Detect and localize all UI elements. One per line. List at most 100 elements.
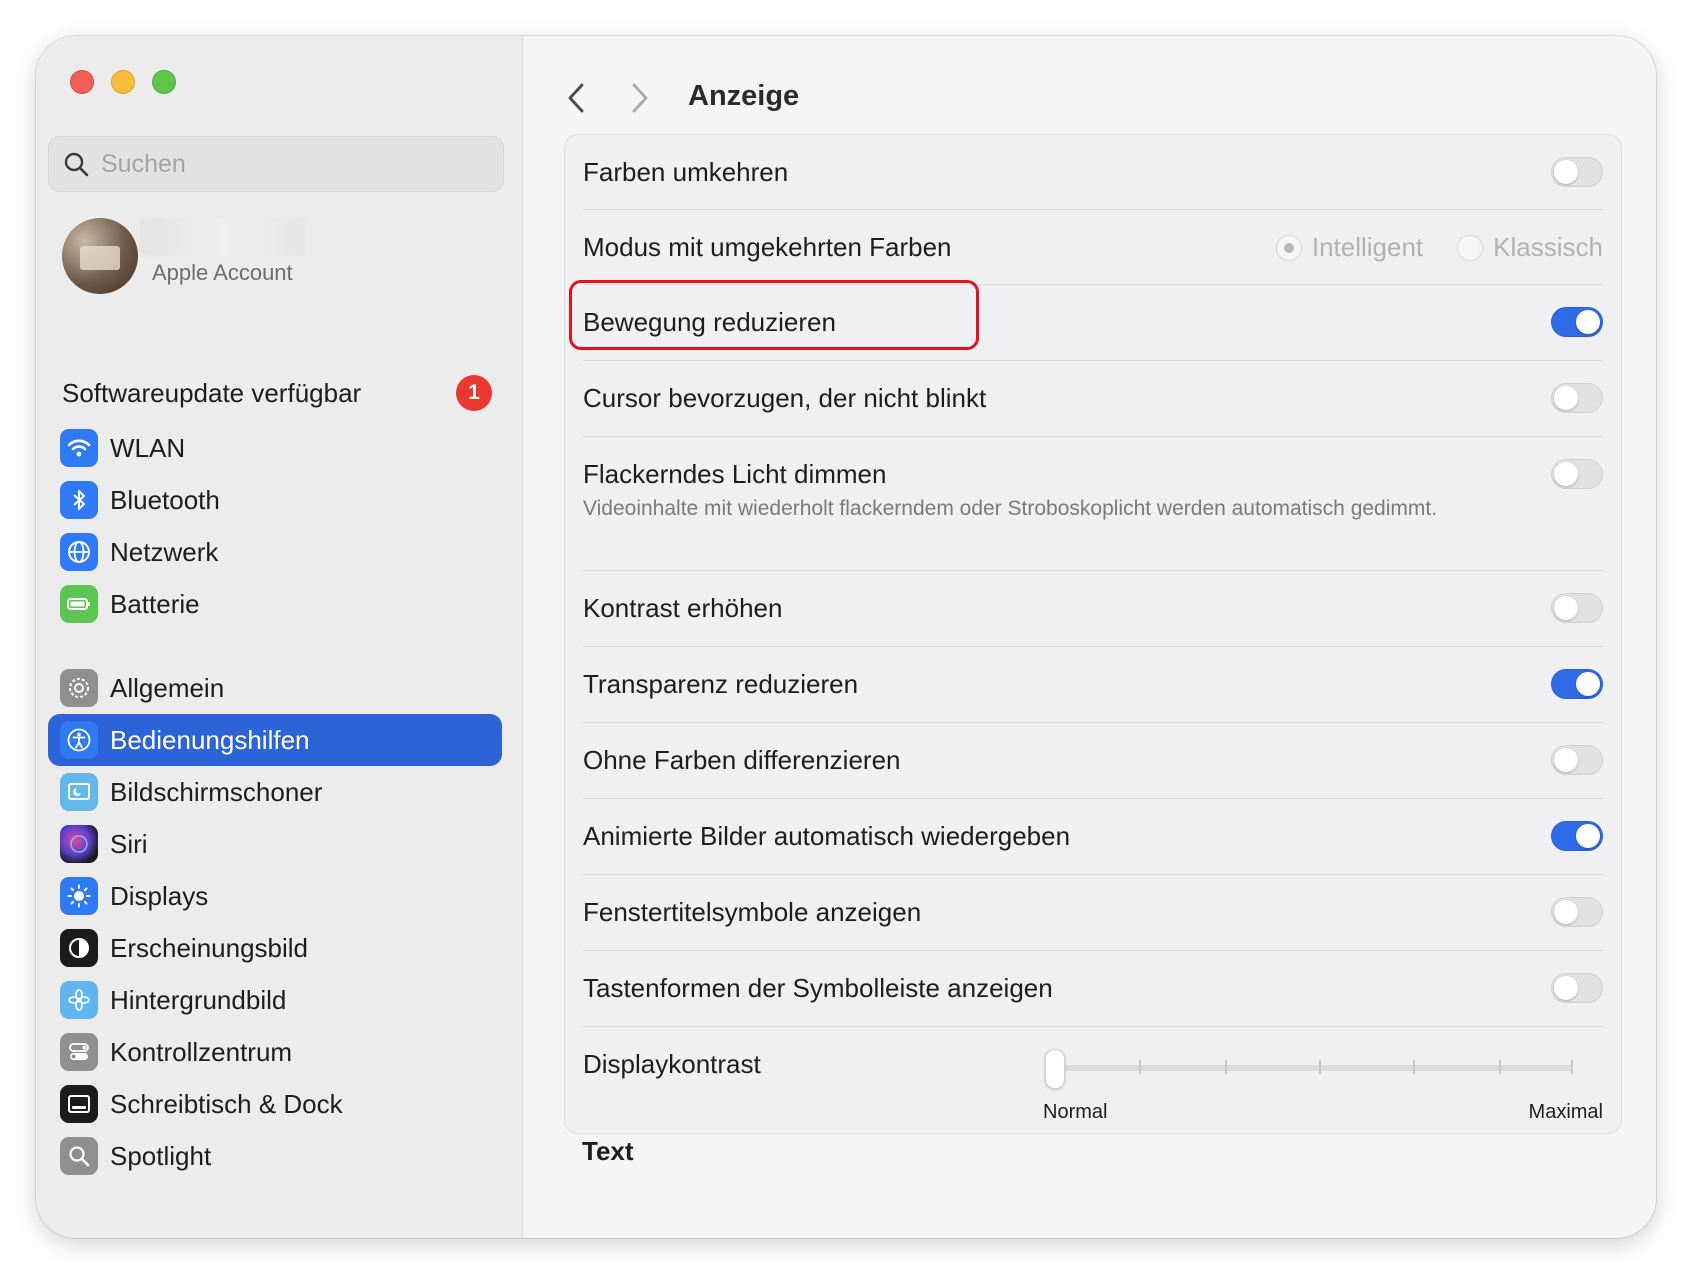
dim-flashing-toggle[interactable] — [1551, 459, 1603, 489]
sidebar-item-label: Spotlight — [110, 1140, 212, 1171]
reduce-transparency-label: Transparenz reduzieren — [583, 669, 859, 699]
no-blink-cursor-toggle[interactable] — [1551, 383, 1603, 413]
sidebar-item-label: Bildschirmschoner — [110, 776, 323, 807]
software-update-row[interactable]: Softwareupdate verfügbar 1 — [62, 372, 492, 412]
sidebar-item-bluetooth[interactable]: Bluetooth — [48, 474, 502, 526]
radio-dot — [1457, 234, 1484, 261]
forward-button[interactable] — [620, 76, 660, 120]
account-subtitle: Apple Account — [152, 260, 293, 285]
siri-icon — [60, 825, 98, 863]
globe-icon — [60, 533, 98, 571]
sidebar-item-label: WLAN — [110, 432, 186, 463]
gear-icon — [60, 669, 98, 707]
sidebar-item-label: Batterie — [110, 588, 200, 619]
page-title: Anzeige — [688, 80, 800, 112]
account-name-redacted — [140, 218, 306, 256]
window-title-icons-toggle[interactable] — [1551, 897, 1603, 927]
sidebar-item-bedienungshilfen[interactable]: Bedienungshilfen — [48, 714, 502, 766]
reduce-transparency-toggle[interactable] — [1551, 669, 1603, 699]
display-settings-card: Farben umkehren Modus mit umgekehrten Fa… — [564, 134, 1622, 1134]
invert-mode-radio-group: Intelligent Klassisch — [1242, 232, 1603, 263]
magnifier-icon — [60, 1137, 98, 1175]
sidebar-item-hintergrundbild[interactable]: Hintergrundbild — [48, 974, 502, 1026]
toolbar-button-shapes-label: Tastenformen der Symbolleiste anzeigen — [583, 973, 1053, 1003]
sidebar: Apple Account Softwareupdate verfügbar 1… — [36, 36, 523, 1238]
no-blink-cursor-label: Cursor bevorzugen, der nicht blinkt — [583, 383, 987, 413]
row-autoplay-images: Animierte Bilder automatisch wiedergeben — [583, 799, 1603, 875]
switches-icon — [60, 1033, 98, 1071]
minimize-window-button[interactable] — [111, 70, 135, 94]
sidebar-item-label: Hintergrundbild — [110, 984, 287, 1015]
row-differentiate-colors: Ohne Farben differenzieren — [583, 723, 1603, 799]
slider-min-label: Normal — [1043, 1101, 1108, 1123]
back-button[interactable] — [556, 76, 596, 120]
window-controls — [70, 70, 176, 94]
row-invert-colors: Farben umkehren — [583, 135, 1603, 210]
sidebar-item-kontrollzentrum[interactable]: Kontrollzentrum — [48, 1026, 502, 1078]
dock-icon — [60, 1085, 98, 1123]
sidebar-item-label: Schreibtisch & Dock — [110, 1088, 343, 1119]
radio-label: Klassisch — [1493, 232, 1603, 262]
chevron-left-icon — [568, 83, 584, 113]
radio-klassisch[interactable]: Klassisch — [1457, 232, 1603, 263]
sidebar-item-bildschirmschoner[interactable]: Bildschirmschoner — [48, 766, 502, 818]
chevron-right-icon — [632, 83, 648, 113]
apple-account[interactable]: Apple Account — [62, 218, 502, 296]
autoplay-images-toggle[interactable] — [1551, 821, 1603, 851]
sidebar-item-siri[interactable]: Siri — [48, 818, 502, 870]
flower-icon — [60, 981, 98, 1019]
screensaver-icon — [60, 773, 98, 811]
sidebar-item-label: Allgemein — [110, 672, 225, 703]
row-no-blink-cursor: Cursor bevorzugen, der nicht blinkt — [583, 361, 1603, 437]
display-contrast-slider-thumb[interactable] — [1045, 1049, 1065, 1089]
reduce-motion-toggle[interactable] — [1551, 307, 1603, 337]
toolbar: Anzeige — [524, 76, 1656, 120]
row-increase-contrast: Kontrast erhöhen — [583, 571, 1603, 647]
radio-label: Intelligent — [1311, 232, 1424, 262]
sidebar-item-schreibtisch-dock[interactable]: Schreibtisch & Dock — [48, 1078, 502, 1130]
differentiate-colors-toggle[interactable] — [1551, 745, 1603, 775]
dim-flashing-label: Flackerndes Licht dimmen — [583, 459, 887, 489]
sidebar-item-wlan[interactable]: WLAN — [48, 422, 502, 474]
search-input[interactable] — [101, 149, 481, 179]
sidebar-item-batterie[interactable]: Batterie — [48, 578, 502, 630]
increase-contrast-toggle[interactable] — [1551, 593, 1603, 623]
sidebar-item-netzwerk[interactable]: Netzwerk — [48, 526, 502, 578]
row-invert-mode: Modus mit umgekehrten Farben Intelligent… — [583, 210, 1603, 285]
sun-icon — [60, 877, 98, 915]
settings-window: Apple Account Softwareupdate verfügbar 1… — [36, 36, 1656, 1238]
sidebar-item-displays[interactable]: Displays — [48, 870, 502, 922]
radio-intelligent[interactable]: Intelligent — [1275, 232, 1424, 263]
appearance-icon — [60, 929, 98, 967]
sidebar-item-label: Netzwerk — [110, 536, 219, 567]
sidebar-item-label: Siri — [110, 828, 148, 859]
accessibility-icon — [60, 721, 98, 759]
main-pane: Anzeige Farben umkehren Modus mit umgeke… — [524, 36, 1656, 1238]
sidebar-item-allgemein[interactable]: Allgemein — [48, 662, 502, 714]
sidebar-item-label: Bluetooth — [110, 484, 220, 515]
row-dim-flashing: Flackerndes Licht dimmen Videoinhalte mi… — [583, 437, 1603, 571]
battery-icon — [60, 585, 98, 623]
sidebar-item-spotlight[interactable]: Spotlight — [48, 1130, 502, 1182]
search-field[interactable] — [48, 136, 504, 192]
bluetooth-icon — [60, 481, 98, 519]
wifi-icon — [60, 429, 98, 467]
radio-dot — [1275, 234, 1302, 261]
increase-contrast-label: Kontrast erhöhen — [583, 593, 783, 623]
sidebar-item-label: Displays — [110, 880, 209, 911]
invert-colors-label: Farben umkehren — [583, 157, 789, 187]
sidebar-item-label: Bedienungshilfen — [110, 724, 310, 755]
close-window-button[interactable] — [70, 70, 94, 94]
row-display-contrast: Displaykontrast Normal Maximal — [583, 1027, 1603, 1135]
window-title-icons-label: Fenstertitelsymbole anzeigen — [583, 897, 922, 927]
sidebar-item-label: Erscheinungsbild — [110, 932, 309, 963]
toolbar-button-shapes-toggle[interactable] — [1551, 973, 1603, 1003]
update-badge: 1 — [456, 375, 492, 411]
software-update-label: Softwareupdate verfügbar — [62, 378, 362, 408]
display-contrast-slider-track[interactable] — [1053, 1060, 1573, 1074]
maximize-window-button[interactable] — [152, 70, 176, 94]
sidebar-item-erscheinungsbild[interactable]: Erscheinungsbild — [48, 922, 502, 974]
row-window-title-icons: Fenstertitelsymbole anzeigen — [583, 875, 1603, 951]
invert-colors-toggle[interactable] — [1551, 157, 1603, 187]
autoplay-images-label: Animierte Bilder automatisch wiedergeben — [583, 821, 1071, 851]
